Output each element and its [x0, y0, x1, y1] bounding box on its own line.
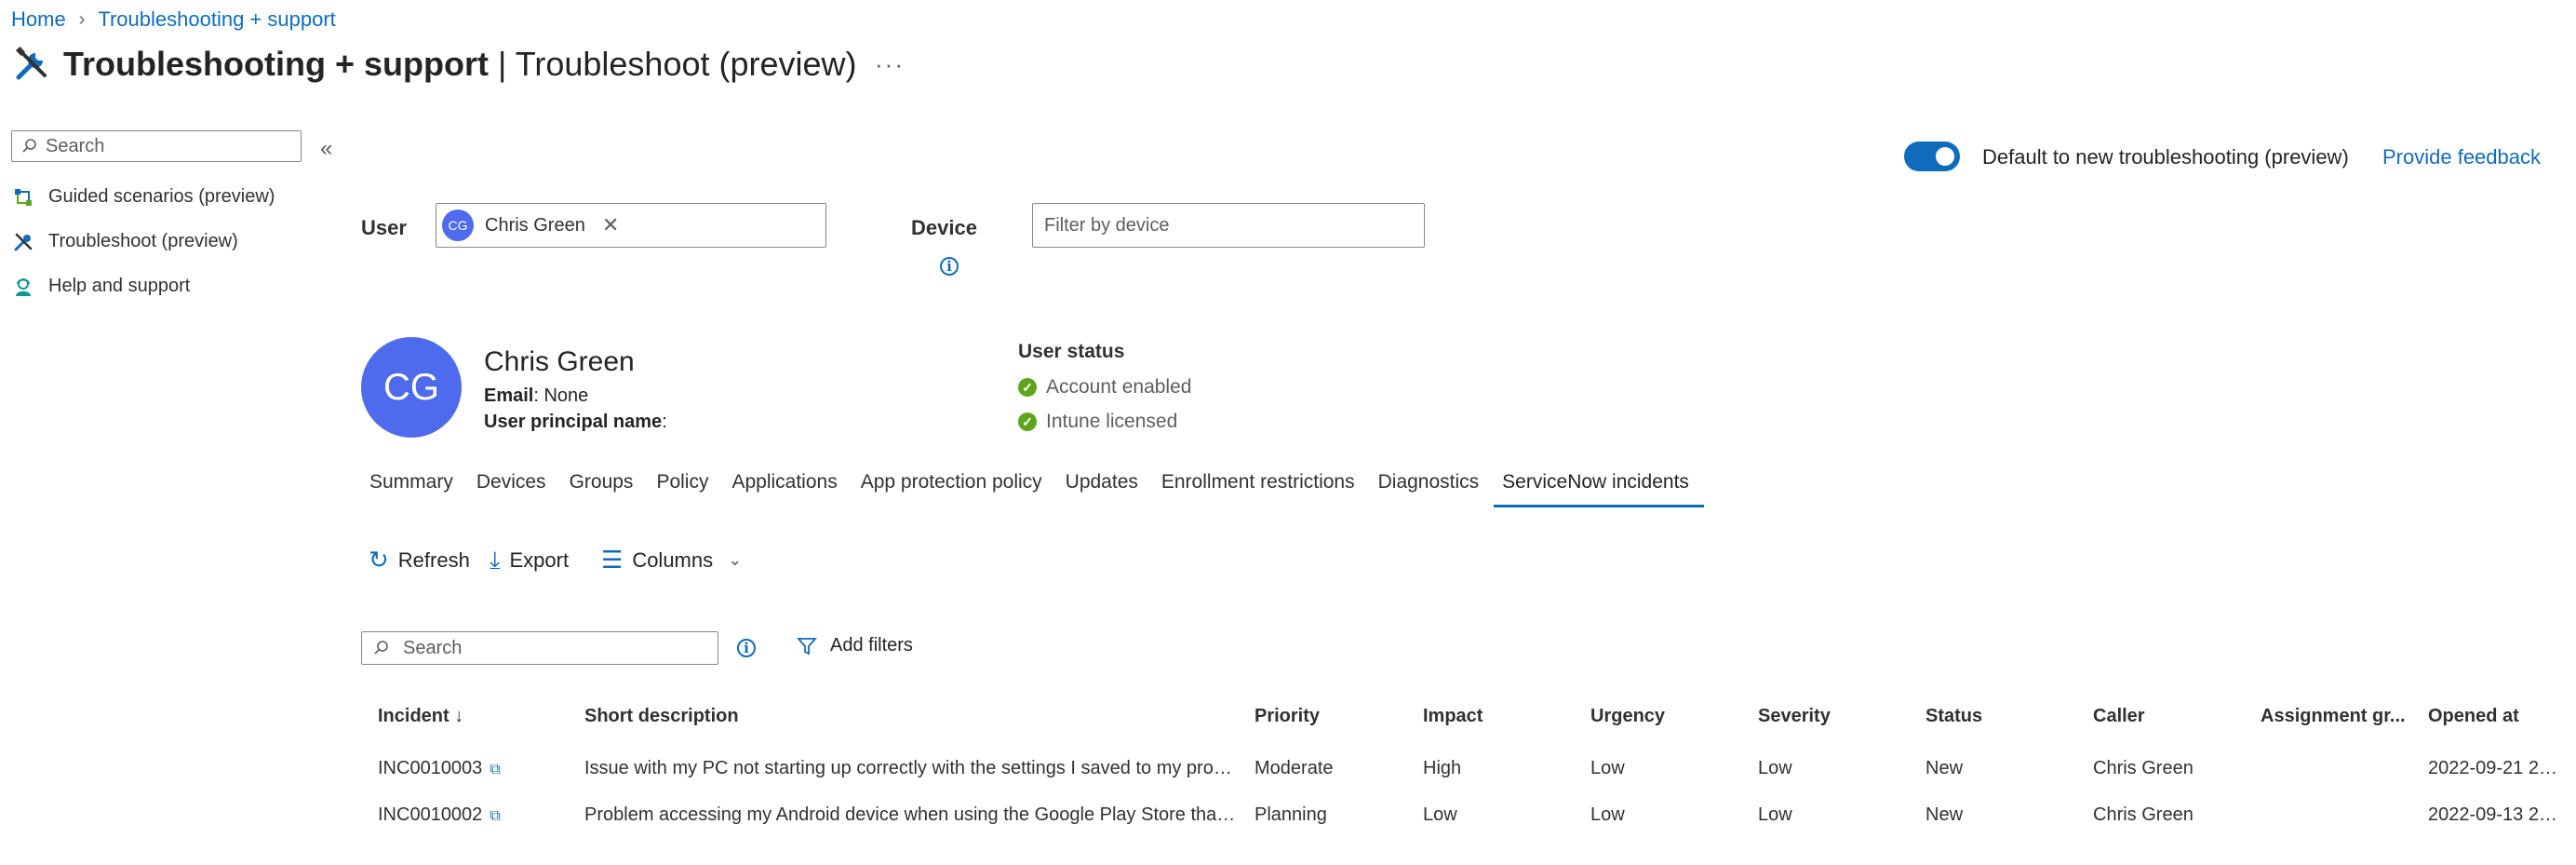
- user-picker[interactable]: CG Chris Green ✕: [436, 203, 826, 248]
- column-header-severity[interactable]: Severity: [1758, 706, 1831, 727]
- sidebar-search-placeholder: Search: [46, 135, 105, 156]
- column-header-priority[interactable]: Priority: [1254, 706, 1320, 727]
- tab-summary[interactable]: Summary: [361, 471, 468, 507]
- column-header-impact[interactable]: Impact: [1423, 706, 1483, 727]
- breadcrumb-current[interactable]: Troubleshooting + support: [98, 7, 335, 32]
- external-link-icon: ⧉: [490, 762, 501, 777]
- opened-at-cell: 2022-09-13 22:...: [2428, 804, 2568, 825]
- priority-cell: Planning: [1254, 804, 1327, 825]
- tab-enrollment-restrictions[interactable]: Enrollment restrictions: [1153, 471, 1370, 507]
- severity-cell: Low: [1758, 758, 1792, 778]
- page-header: Troubleshooting + support | Troubleshoot…: [13, 45, 857, 84]
- priority-cell: Moderate: [1254, 758, 1334, 778]
- opened-at-cell: 2022-09-21 21:...: [2428, 758, 2568, 778]
- profile-upn: User principal name:: [484, 412, 667, 432]
- tab-app-protection-policy[interactable]: App protection policy: [852, 471, 1057, 507]
- severity-cell: Low: [1758, 804, 1792, 825]
- chevron-down-icon: ⌄: [728, 550, 743, 569]
- sidebar-item-guided-scenarios[interactable]: Guided scenarios (preview): [13, 186, 275, 208]
- default-troubleshooting-toggle[interactable]: [1904, 142, 1960, 171]
- avatar: CG: [361, 337, 462, 438]
- sidebar-item-help-support[interactable]: Help and support: [13, 276, 190, 297]
- filter-icon: [797, 637, 817, 655]
- tab-updates[interactable]: Updates: [1057, 471, 1153, 507]
- sidebar-item-label: Guided scenarios (preview): [48, 186, 275, 207]
- tab-groups[interactable]: Groups: [561, 471, 649, 507]
- close-icon[interactable]: ✕: [602, 213, 619, 237]
- page-title: Troubleshooting + support | Troubleshoot…: [63, 45, 857, 83]
- breadcrumb-home[interactable]: Home: [11, 7, 66, 32]
- sidebar-search-input[interactable]: Search: [11, 130, 302, 162]
- support-icon: [16, 277, 31, 296]
- column-header-assignment-group[interactable]: Assignment gr...: [2261, 706, 2406, 727]
- incident-link[interactable]: INC0010003: [378, 758, 482, 778]
- profile-email: Email: None: [484, 385, 589, 406]
- chevron-right-icon: ›: [78, 8, 86, 30]
- caller-cell: Chris Green: [2093, 804, 2194, 825]
- tab-servicenow-incidents[interactable]: ServiceNow incidents: [1494, 471, 1704, 507]
- short-description-cell: Issue with my PC not starting up correct…: [584, 758, 1236, 778]
- column-header-status[interactable]: Status: [1925, 706, 1982, 727]
- collapse-sidebar-button[interactable]: «: [320, 136, 332, 162]
- status-cell: New: [1925, 758, 1964, 778]
- user-chip-name: Chris Green: [485, 214, 585, 236]
- status-intune-licensed: ✓ Intune licensed: [1018, 411, 1177, 433]
- tab-diagnostics[interactable]: Diagnostics: [1370, 471, 1495, 507]
- external-link-icon: ⧉: [490, 808, 501, 824]
- checkmark-icon: ✓: [1018, 412, 1037, 431]
- tab-policy[interactable]: Policy: [648, 471, 723, 507]
- scenarios-icon: [15, 188, 32, 206]
- status-cell: New: [1925, 804, 1964, 825]
- sidebar-item-label: Help and support: [48, 276, 191, 296]
- columns-button[interactable]: ☰ Columns ⌄: [601, 546, 742, 574]
- info-icon[interactable]: i: [737, 639, 756, 657]
- sidebar-item-troubleshoot[interactable]: Troubleshoot (preview): [13, 231, 238, 252]
- user-status-heading: User status: [1018, 341, 1125, 362]
- tab-bar: Summary Devices Groups Policy Applicatio…: [361, 471, 1704, 507]
- refresh-button[interactable]: ↻ Refresh: [369, 546, 470, 574]
- impact-cell: Low: [1423, 804, 1457, 825]
- status-account-enabled: ✓ Account enabled: [1018, 376, 1191, 399]
- column-header-opened-at[interactable]: Opened at: [2428, 706, 2519, 727]
- export-button[interactable]: ⤓ Export: [490, 546, 569, 575]
- add-filters-button[interactable]: Add filters: [797, 635, 913, 656]
- provide-feedback-link[interactable]: Provide feedback: [2382, 145, 2541, 169]
- search-icon: [374, 641, 388, 655]
- caller-cell: Chris Green: [2093, 758, 2194, 778]
- table-row: INC0010003 ⧉: [378, 758, 501, 779]
- checkmark-icon: ✓: [1018, 378, 1037, 397]
- avatar: CG: [442, 209, 474, 241]
- column-header-short-description[interactable]: Short description: [584, 706, 739, 727]
- tools-icon: [14, 233, 33, 250]
- profile-name: Chris Green: [484, 346, 635, 377]
- short-description-cell: Problem accessing my Android device when…: [584, 804, 1236, 825]
- breadcrumb: Home › Troubleshooting + support: [11, 7, 336, 32]
- column-header-caller[interactable]: Caller: [2093, 706, 2145, 727]
- download-icon: ⤓: [490, 546, 501, 574]
- list-icon: ☰: [601, 546, 624, 574]
- impact-cell: High: [1423, 758, 1462, 778]
- tab-applications[interactable]: Applications: [723, 471, 852, 507]
- urgency-cell: Low: [1590, 758, 1625, 778]
- column-header-incident[interactable]: Incident ↓: [378, 706, 463, 727]
- more-options-button[interactable]: ···: [875, 50, 905, 79]
- device-filter-input[interactable]: [1032, 203, 1425, 248]
- tools-icon: [16, 47, 47, 80]
- incident-link[interactable]: INC0010002: [378, 804, 482, 825]
- table-search-input[interactable]: Search: [361, 631, 718, 665]
- sidebar-item-label: Troubleshoot (preview): [48, 231, 238, 251]
- device-label: Device: [911, 216, 977, 239]
- tab-devices[interactable]: Devices: [468, 471, 561, 507]
- toggle-label: Default to new troubleshooting (preview): [1982, 145, 2349, 169]
- info-icon[interactable]: i: [940, 257, 959, 276]
- table-search-placeholder: Search: [403, 637, 463, 658]
- search-icon: [22, 139, 36, 153]
- urgency-cell: Low: [1590, 804, 1625, 825]
- refresh-icon: ↻: [369, 546, 389, 574]
- table-row: INC0010002 ⧉: [378, 804, 501, 826]
- user-label: User: [361, 216, 407, 239]
- column-header-urgency[interactable]: Urgency: [1590, 706, 1665, 727]
